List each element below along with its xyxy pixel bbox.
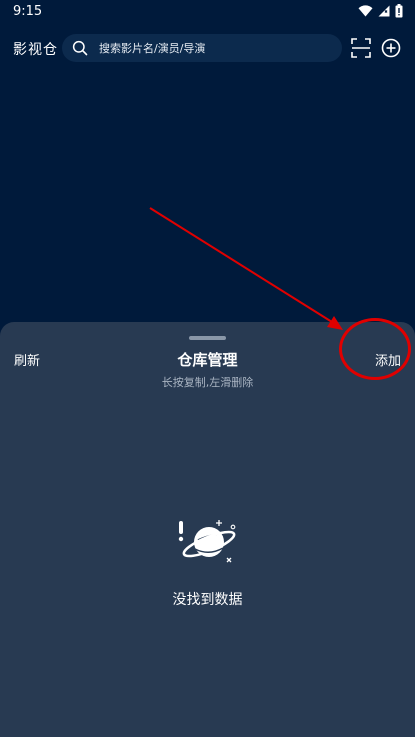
sheet-title: 仓库管理 — [177, 351, 238, 369]
sheet-subtitle: 长按复制,左滑删除 — [161, 376, 254, 389]
status-time: 9:15 — [13, 4, 43, 19]
signal-icon — [378, 5, 390, 17]
search-input[interactable] — [97, 40, 331, 56]
drag-handle[interactable] — [189, 336, 226, 340]
top-bar: 影视仓 — [0, 33, 415, 63]
add-button[interactable]: 添加 — [375, 350, 401, 369]
battery-icon — [395, 4, 403, 18]
screen: 9:15 影视仓 搜索影片名/演员/导演 刷新 仓库管理 长按复制,左滑删除 添… — [0, 0, 415, 737]
planet-icon — [178, 520, 236, 563]
add-circle-button[interactable] — [380, 37, 402, 59]
scan-button[interactable] — [350, 37, 372, 59]
wifi-icon — [358, 5, 373, 17]
warehouse-sheet: 刷新 仓库管理 长按复制,左滑删除 添加 没找到数据 — [0, 322, 415, 737]
search-box[interactable] — [62, 34, 342, 62]
empty-state-text: 没找到数据 — [172, 592, 243, 608]
add-circle-icon — [381, 38, 401, 58]
scan-icon — [351, 38, 371, 58]
search-icon — [71, 39, 89, 57]
app-title: 影视仓 — [13, 42, 58, 58]
status-bar: 9:15 — [0, 0, 415, 26]
status-icons — [358, 4, 403, 18]
